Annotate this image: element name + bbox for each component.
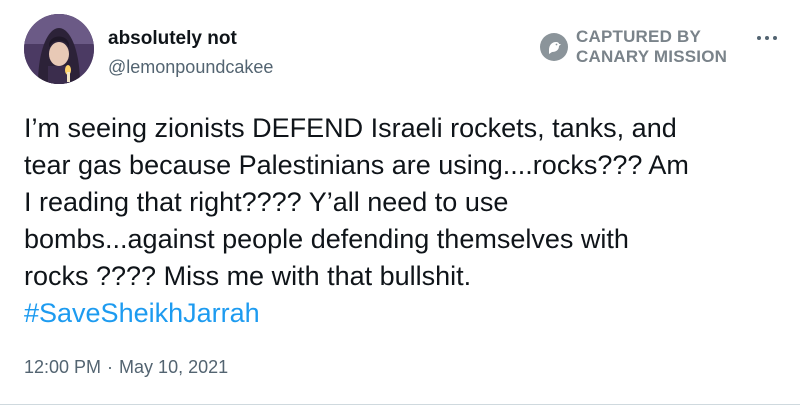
canary-bird-icon: [540, 33, 568, 61]
tweet-text-line: I’m seeing zionists DEFEND Israeli rocke…: [24, 113, 677, 143]
canary-mission-watermark: CAPTURED BY CANARY MISSION: [540, 24, 727, 70]
tweet-time[interactable]: 12:00 PM: [24, 357, 101, 377]
tweet-text-line: rocks ???? Miss me with that bullshit.: [24, 261, 472, 291]
timestamp-separator: ·: [107, 357, 114, 377]
user-avatar-hooded-figure-icon: [24, 14, 94, 84]
tweet-text-line: bombs...against people defending themsel…: [24, 224, 629, 254]
watermark-line-1: CAPTURED BY: [576, 27, 701, 46]
watermark-line-2: CANARY MISSION: [576, 47, 728, 66]
more-options-icon: [757, 36, 761, 40]
avatar[interactable]: [24, 14, 94, 84]
tweet-text-line: tear gas because Palestinians are using.…: [24, 150, 689, 180]
tweet-date[interactable]: May 10, 2021: [119, 357, 228, 377]
tweet-timestamp: 12:00 PM · May 10, 2021: [24, 357, 228, 378]
tweet-text-line: I reading that right???? Y’all need to u…: [24, 187, 509, 217]
tweet-card: absolutely not @lemonpoundcakee CAPTURED…: [0, 0, 800, 405]
watermark-text: CAPTURED BY CANARY MISSION: [576, 27, 727, 67]
more-options-button[interactable]: [752, 28, 782, 48]
author-display-name[interactable]: absolutely not: [108, 28, 237, 50]
author-handle[interactable]: @lemonpoundcakee: [108, 57, 273, 78]
tweet-text: I’m seeing zionists DEFEND Israeli rocke…: [24, 110, 784, 332]
hashtag-link[interactable]: #SaveSheikhJarrah: [24, 295, 784, 332]
